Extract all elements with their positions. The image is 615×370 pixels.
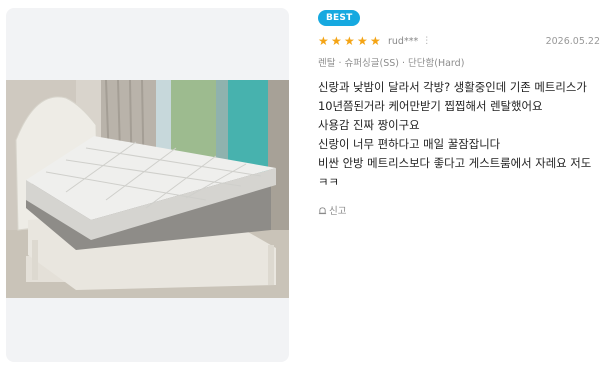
review-line: 신랑이 너무 편하다고 매일 꿀잠잡니다 [318,137,501,151]
best-badge: BEST [318,10,361,26]
siren-icon [318,206,327,215]
review-body: 신랑과 낮밤이 달라서 각방? 생활중인데 기존 메트리스가 10년쯤된거라 케… [318,78,608,192]
report-button[interactable]: 신고 [318,203,346,217]
star-icon: ★ [318,34,329,48]
purchase-option: 렌탈 · 슈퍼싱글(SS) · 단단함(Hard) [318,58,465,69]
review-photo-card[interactable] [6,8,289,362]
review-date: 2026.05.22 [545,35,600,47]
mattress-photo[interactable] [6,80,289,298]
star-icon: ★ [344,34,355,48]
review-content: BEST ★ ★ ★ ★ ★ rud*** ⋮ 2026.05.22 렌탈 · … [318,0,608,370]
review-line: 10년쯤된거라 케어만받기 찝찝해서 렌탈했어요 [318,99,543,113]
reviewer-name: rud*** [388,35,419,47]
report-label: 신고 [329,206,347,217]
review-line: ㅋㅋ [318,175,339,189]
rating-stars: ★ ★ ★ ★ ★ [318,35,382,47]
review-meta: ★ ★ ★ ★ ★ rud*** ⋮ 2026.05.22 [318,34,602,48]
star-icon: ★ [370,34,381,48]
review-line: 비싼 안방 메트리스보다 좋다고 게스트룸에서 자레요 저도 [318,156,592,170]
star-icon: ★ [331,34,342,48]
star-icon: ★ [357,34,368,48]
review-line: 사용감 진짜 짱이구요 [318,118,420,132]
more-vertical-icon[interactable]: ⋮ [422,36,431,46]
review-line: 신랑과 낮밤이 달라서 각방? 생활중인데 기존 메트리스가 [318,80,587,94]
